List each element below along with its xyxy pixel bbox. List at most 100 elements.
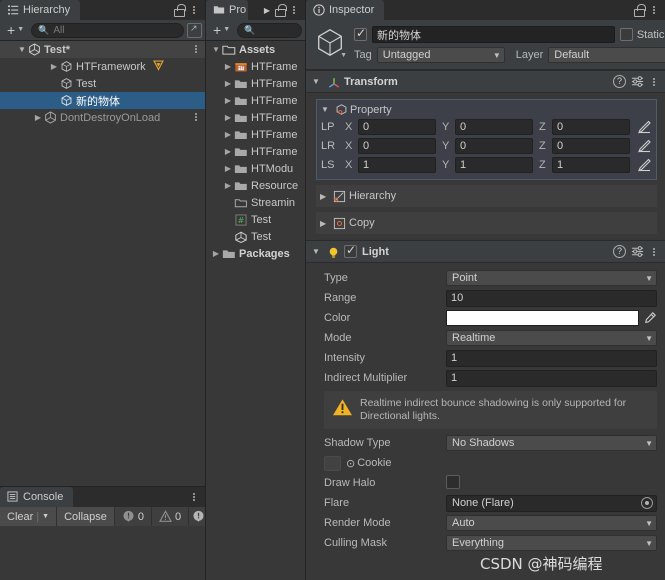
cookie-preview-box[interactable]: [324, 455, 341, 471]
hierarchy-search-input[interactable]: 🔍 All: [31, 22, 184, 38]
console-clear-button[interactable]: Clear | ▼: [0, 507, 58, 526]
chevron-down-icon[interactable]: ▼: [312, 77, 322, 86]
preset-icon[interactable]: [631, 75, 644, 88]
console-error-filter[interactable]: 0: [114, 507, 153, 526]
hierarchy-add-button[interactable]: + ▼: [3, 22, 28, 38]
scene-menu-icon[interactable]: [191, 111, 201, 123]
object-name-field[interactable]: 新的物体: [372, 26, 615, 43]
chevron-down-icon[interactable]: ▼: [210, 45, 222, 54]
lock-icon[interactable]: [633, 4, 646, 17]
tab-inspector[interactable]: Inspector: [306, 0, 385, 20]
light-enabled-checkbox[interactable]: [344, 243, 357, 258]
light-rendermode-dropdown[interactable]: Auto ▼: [446, 515, 657, 531]
light-component-header[interactable]: ▼ Light ?: [306, 240, 665, 263]
light-flare-objectfield[interactable]: None (Flare): [446, 494, 657, 512]
chevron-right-icon[interactable]: ▶: [222, 181, 234, 190]
draw-halo-checkbox[interactable]: [446, 474, 460, 489]
light-type-dropdown[interactable]: Point ▼: [446, 270, 657, 286]
chevron-down-icon[interactable]: ▼: [16, 45, 28, 54]
light-cullingmask-dropdown[interactable]: Everything ▼: [446, 535, 657, 551]
chevron-right-icon[interactable]: ▶: [222, 96, 234, 105]
tab-overflow-icon[interactable]: ▶: [264, 6, 270, 15]
chevron-right-icon[interactable]: ▶: [222, 147, 234, 156]
project-row-folder-2[interactable]: ▶ HTFrame: [206, 75, 305, 92]
chevron-right-icon[interactable]: ▶: [222, 164, 234, 173]
tag-dropdown[interactable]: Untagged ▼: [376, 47, 505, 63]
console-log-list[interactable]: [0, 526, 205, 580]
splitter-hierarchy-project[interactable]: [205, 0, 206, 580]
ls-x-field[interactable]: 1: [358, 157, 436, 173]
chevron-down-icon[interactable]: ▼: [42, 513, 49, 520]
hierarchy-menu-icon[interactable]: [189, 4, 199, 16]
tab-hierarchy[interactable]: Hierarchy: [0, 0, 81, 20]
hierarchy-row-selected-object[interactable]: 新的物体: [0, 92, 205, 109]
chevron-right-icon[interactable]: ▶: [32, 113, 44, 122]
lr-z-field[interactable]: 0: [552, 138, 630, 154]
chevron-right-icon[interactable]: ▶: [320, 219, 330, 228]
chevron-right-icon[interactable]: ▶: [222, 130, 234, 139]
light-intensity-field[interactable]: 1: [446, 349, 657, 367]
chevron-right-icon[interactable]: ▶: [320, 192, 330, 201]
project-row-folder-3[interactable]: ▶ HTFrame: [206, 92, 305, 109]
project-search-input[interactable]: 🔍: [237, 22, 302, 38]
lr-x-field[interactable]: 0: [358, 138, 436, 154]
lp-y-field[interactable]: 0: [455, 119, 533, 135]
hierarchy-row-dontdestroyonload[interactable]: ▶ DontDestroyOnLoad: [0, 109, 205, 126]
help-icon[interactable]: ?: [613, 245, 626, 258]
eyedropper-icon[interactable]: [643, 311, 657, 325]
console-collapse-button[interactable]: Collapse: [57, 507, 115, 526]
project-row-packages[interactable]: ▶ Packages: [206, 245, 305, 262]
chevron-down-icon[interactable]: ▼: [340, 52, 347, 59]
chevron-right-icon[interactable]: ▶: [222, 113, 234, 122]
transform-copy-subsection[interactable]: ▶ Copy: [316, 212, 657, 234]
property-group-header[interactable]: ▼ Property: [321, 103, 652, 116]
project-row-htframework-package[interactable]: ▶ HT HTFrame: [206, 58, 305, 75]
transform-component-header[interactable]: ▼ Transform ?: [306, 70, 665, 93]
project-row-folder-5[interactable]: ▶ HTFrame: [206, 126, 305, 143]
edit-pencil-icon[interactable]: [636, 119, 652, 135]
hierarchy-popout-icon[interactable]: [187, 22, 202, 38]
ls-y-field[interactable]: 1: [455, 157, 533, 173]
object-active-checkbox[interactable]: [354, 26, 367, 41]
project-row-test-script[interactable]: # Test: [206, 211, 305, 228]
splitter-project-inspector[interactable]: [305, 0, 306, 580]
project-menu-icon[interactable]: [289, 4, 299, 16]
inspector-menu-icon[interactable]: [649, 4, 659, 16]
project-row-folder-6[interactable]: ▶ HTFrame: [206, 143, 305, 160]
light-indirect-field[interactable]: 1: [446, 369, 657, 387]
light-mode-dropdown[interactable]: Realtime ▼: [446, 330, 657, 346]
lp-z-field[interactable]: 0: [552, 119, 630, 135]
lock-icon[interactable]: [173, 4, 186, 17]
project-row-streamingassets[interactable]: Streamin: [206, 194, 305, 211]
preset-icon[interactable]: [631, 245, 644, 258]
layer-dropdown[interactable]: Default ▼: [548, 47, 665, 63]
chevron-down-icon[interactable]: ▼: [312, 247, 322, 256]
ls-z-field[interactable]: 1: [552, 157, 630, 173]
chevron-down-icon[interactable]: ▼: [321, 105, 333, 114]
chevron-right-icon[interactable]: ▶: [222, 62, 234, 71]
transform-menu-icon[interactable]: [649, 76, 659, 88]
project-row-assets[interactable]: ▼ Assets: [206, 41, 305, 58]
tab-console[interactable]: Console: [0, 487, 74, 507]
project-row-htmodules[interactable]: ▶ HTModu: [206, 160, 305, 177]
scene-menu-icon[interactable]: [191, 43, 201, 55]
project-row-resources[interactable]: ▶ Resource: [206, 177, 305, 194]
project-row-folder-4[interactable]: ▶ HTFrame: [206, 109, 305, 126]
console-menu-icon[interactable]: [189, 491, 199, 503]
chevron-right-icon[interactable]: ▶: [222, 79, 234, 88]
console-warning-filter[interactable]: 0: [152, 507, 190, 526]
static-checkbox[interactable]: [619, 28, 633, 41]
lp-x-field[interactable]: 0: [358, 119, 436, 135]
tab-project[interactable]: Pro: [206, 0, 249, 20]
splitter-hierarchy-console[interactable]: [0, 486, 205, 487]
chevron-right-icon[interactable]: ▶: [48, 62, 60, 71]
transform-hierarchy-subsection[interactable]: ▶ Hierarchy: [316, 185, 657, 207]
edit-pencil-icon[interactable]: [636, 157, 652, 173]
light-range-field[interactable]: 10: [446, 289, 657, 307]
lock-icon[interactable]: [274, 4, 287, 17]
light-menu-icon[interactable]: [649, 246, 659, 258]
light-color-swatch[interactable]: [446, 310, 639, 326]
chevron-right-icon[interactable]: ▶: [210, 249, 222, 258]
lr-y-field[interactable]: 0: [455, 138, 533, 154]
hierarchy-row-htframework[interactable]: ▶ HTFramework: [0, 58, 205, 75]
